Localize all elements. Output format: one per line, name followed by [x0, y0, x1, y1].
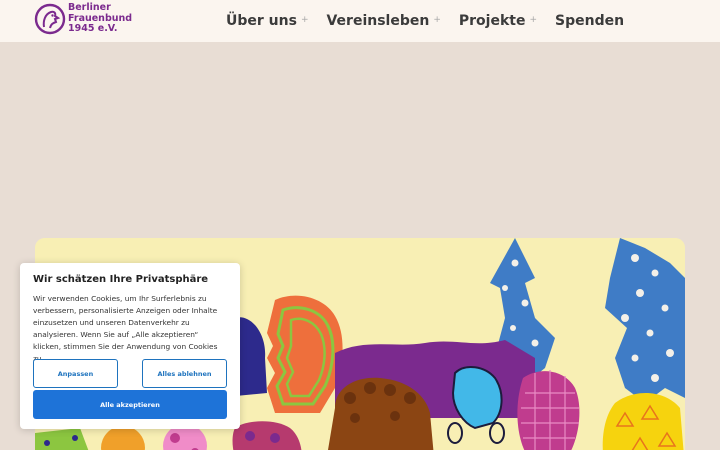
main-navigation: Über uns + Vereinsleben + Projekte + Spe… [226, 0, 642, 42]
site-logo[interactable]: Berliner Frauenbund 1945 e.V. [34, 2, 132, 35]
accept-all-button[interactable]: Alle akzeptieren [33, 390, 227, 419]
nav-label: Vereinsleben [326, 13, 430, 29]
logo-line-1: Berliner [68, 2, 111, 13]
cookie-secondary-actions: Anpassen Alles ablehnen [33, 359, 227, 388]
plus-icon: + [300, 15, 309, 25]
nav-item-spenden[interactable]: Spenden [555, 13, 624, 29]
nav-label: Spenden [555, 13, 625, 29]
cookie-title: Wir schätzen Ihre Privatsphäre [33, 274, 209, 285]
logo-line-3: 1945 e.V. [68, 23, 118, 34]
reject-all-button[interactable]: Alles ablehnen [142, 359, 227, 388]
site-header: Berliner Frauenbund 1945 e.V. Über uns +… [0, 0, 720, 42]
nav-label: Projekte [458, 13, 526, 29]
plus-icon: + [433, 15, 441, 25]
nav-label: Über uns [226, 13, 297, 29]
cookie-consent-banner: Wir schätzen Ihre Privatsphäre Wir verwe… [20, 263, 240, 429]
cookie-text: Wir verwenden Cookies, um Ihr Surferlebn… [33, 294, 218, 363]
nav-item-projekte[interactable]: Projekte + [459, 13, 537, 29]
customize-button[interactable]: Anpassen [33, 359, 118, 388]
logo-icon [34, 3, 66, 35]
plus-icon: + [529, 15, 537, 25]
logo-text: Berliner Frauenbund 1945 e.V. [68, 2, 132, 35]
nav-item-vereinsleben[interactable]: Vereinsleben + [326, 13, 440, 29]
nav-item-ueber-uns[interactable]: Über uns + [226, 13, 308, 29]
